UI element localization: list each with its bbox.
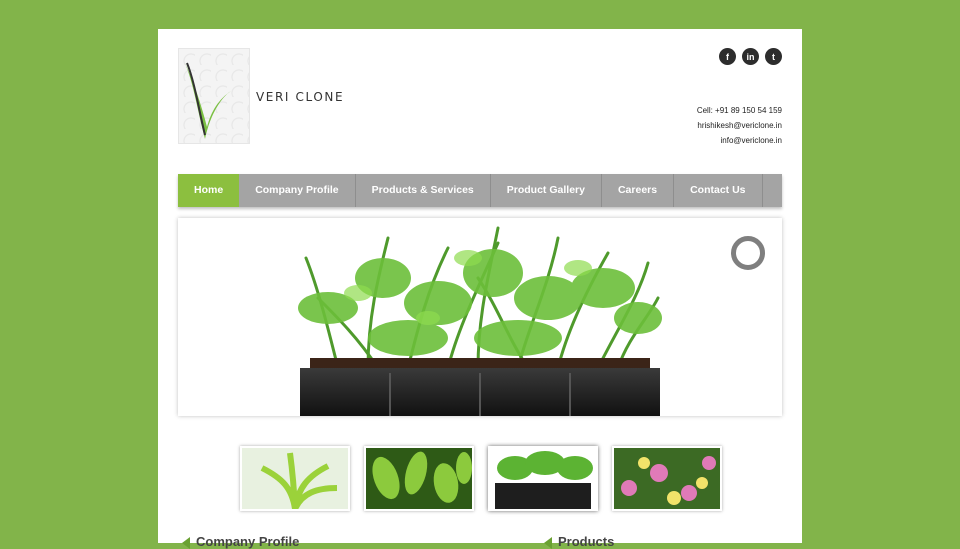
nav-product-gallery[interactable]: Product Gallery: [491, 174, 602, 207]
hero-slider[interactable]: [178, 218, 782, 416]
thumb-leaves[interactable]: [364, 446, 474, 511]
contact-info: Cell: +91 89 150 54 159 hrishikesh@veric…: [697, 103, 782, 148]
nav-contact-us[interactable]: Contact Us: [674, 174, 763, 207]
page-container: VERI CLONE f in t Cell: +91 89 150 54 15…: [158, 29, 802, 549]
section-title: Products: [558, 534, 615, 549]
hero-fern-image: [298, 226, 662, 416]
main-nav: Home Company Profile Products & Services…: [178, 174, 782, 207]
thumb-flowers[interactable]: [612, 446, 722, 511]
social-links: f in t: [719, 48, 782, 65]
logo[interactable]: [178, 48, 250, 144]
twitter-icon[interactable]: t: [765, 48, 782, 65]
facebook-icon[interactable]: f: [719, 48, 736, 65]
gallery-thumbnails: [240, 446, 722, 511]
section-company-profile: Company Profile: [182, 534, 299, 549]
contact-email-info[interactable]: info@vericlone.in: [697, 133, 782, 148]
thumb-fern[interactable]: [488, 446, 598, 511]
section-title: Company Profile: [196, 534, 300, 549]
nav-careers[interactable]: Careers: [602, 174, 675, 207]
brand-name: VERI CLONE: [256, 90, 345, 104]
linkedin-icon[interactable]: in: [742, 48, 759, 65]
section-products: Products: [544, 534, 614, 549]
thumb-sprout[interactable]: [240, 446, 350, 511]
nav-company-profile[interactable]: Company Profile: [239, 174, 356, 207]
contact-cell: Cell: +91 89 150 54 159: [696, 106, 782, 115]
slider-loading-icon: [731, 236, 765, 270]
contact-email-hrishikesh[interactable]: hrishikesh@vericlone.in: [697, 118, 782, 133]
nav-products-services[interactable]: Products & Services: [356, 174, 491, 207]
nav-home[interactable]: Home: [178, 174, 240, 207]
